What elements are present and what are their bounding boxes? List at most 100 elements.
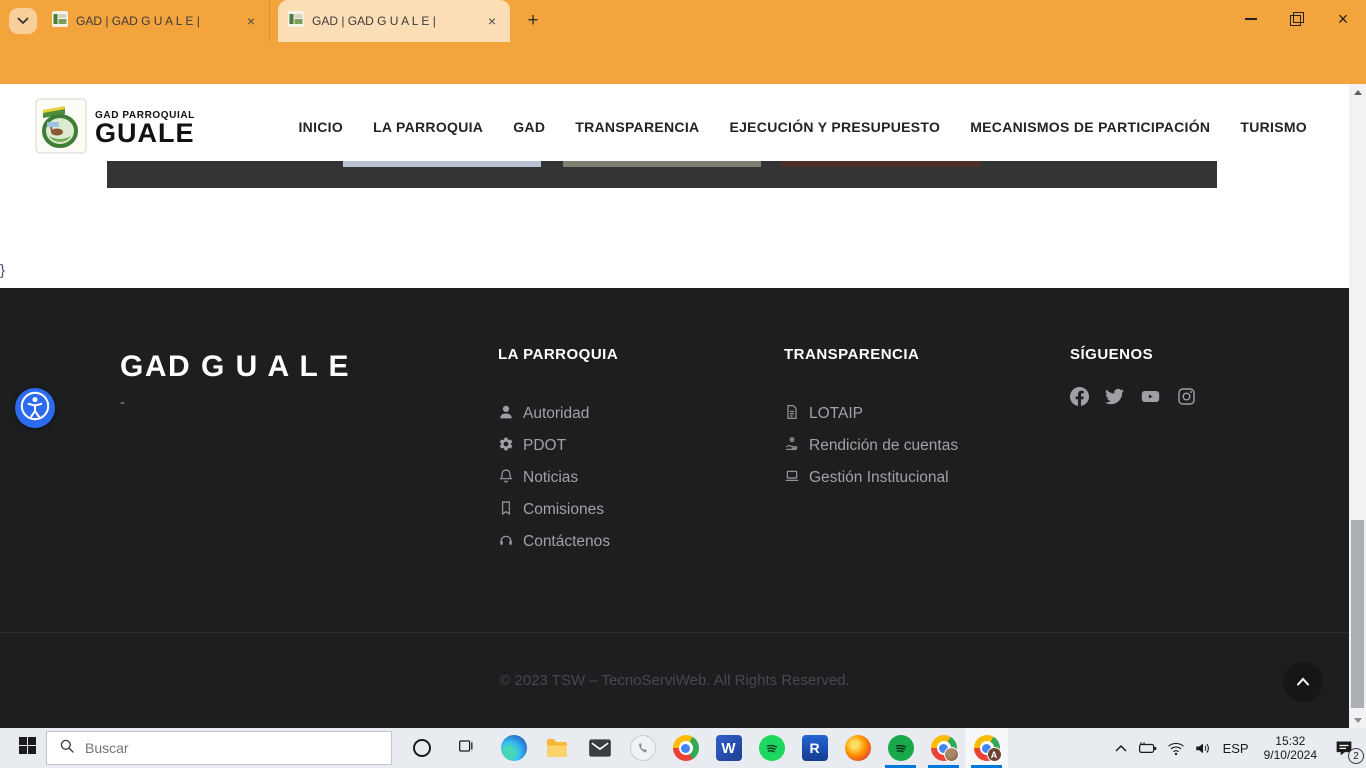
hand-coin-icon	[784, 436, 800, 457]
footer-link-label: LOTAIP	[809, 405, 863, 423]
footer-link-noticias[interactable]: Noticias	[498, 462, 618, 494]
footer-link-label: Noticias	[523, 469, 578, 487]
browser-tab[interactable]: GAD | GAD G U A L E | ×	[42, 0, 270, 42]
search-input[interactable]	[85, 740, 379, 756]
taskbar-spotify-icon[interactable]	[750, 728, 793, 768]
nav-item-ejecucion[interactable]: EJECUCIÓN Y PRESUPUESTO	[729, 119, 940, 135]
footer-link-label: Rendición de cuentas	[809, 437, 958, 455]
browser-tab-active[interactable]: GAD | GAD G U A L E | ×	[278, 0, 510, 42]
action-center-button[interactable]: 2	[1330, 734, 1358, 762]
taskbar-whatsapp-icon[interactable]	[621, 728, 664, 768]
site-logo-name: GUALE	[95, 121, 195, 147]
scroll-to-top-button[interactable]	[1283, 662, 1323, 702]
footer-link-label: Comisiones	[523, 501, 604, 519]
instagram-icon[interactable]	[1177, 387, 1196, 406]
tab-title: GAD | GAD G U A L E |	[312, 14, 476, 28]
site-logo[interactable]: GAD PARROQUIAL GUALE	[35, 98, 195, 159]
site-favicon	[52, 11, 68, 32]
windows-taskbar: W R A ESP 15:32 9/10/2024	[0, 728, 1366, 768]
scrollbar-thumb[interactable]	[1351, 520, 1364, 708]
minimize-button[interactable]	[1228, 0, 1274, 38]
language-indicator[interactable]: ESP	[1221, 741, 1251, 756]
footer-column-transparencia: TRANSPARENCIA LOTAIP Rendición de cuenta…	[784, 346, 958, 494]
clock-date: 9/10/2024	[1264, 748, 1317, 762]
main-nav: INICIO LA PARROQUIA GAD TRANSPARENCIA EJ…	[298, 119, 1307, 135]
nav-item-inicio[interactable]: INICIO	[298, 119, 343, 135]
taskbar-clock[interactable]: 15:32 9/10/2024	[1260, 734, 1321, 762]
footer-brand-subtitle: -	[120, 394, 125, 411]
page-scrollbar	[1349, 84, 1366, 728]
tray-chevron-up-icon[interactable]	[1114, 743, 1128, 753]
bell-icon	[498, 468, 514, 489]
footer-brand: GAD G U A L E	[120, 350, 350, 384]
taskbar-file-explorer-icon[interactable]	[535, 728, 578, 768]
taskbar-chrome-profile-icon[interactable]	[922, 728, 965, 768]
site-logo-emblem	[35, 98, 87, 159]
taskbar-search-box[interactable]	[46, 731, 392, 765]
taskbar-firefox-icon[interactable]	[836, 728, 879, 768]
taskbar-apps: W R A	[492, 728, 1008, 768]
footer-column-siguenos: SÍGUENOS	[1070, 346, 1196, 406]
footer-link-label: PDOT	[523, 437, 566, 455]
nav-item-transparencia[interactable]: TRANSPARENCIA	[575, 119, 699, 135]
tab-search-button[interactable]	[9, 8, 37, 34]
content-dark-strip	[107, 161, 1217, 188]
start-button[interactable]	[10, 728, 44, 768]
task-view-button[interactable]	[446, 728, 486, 768]
close-tab-icon[interactable]: ×	[484, 12, 500, 30]
document-icon	[784, 404, 800, 425]
footer-column-parroquia: LA PARROQUIA Autoridad PDOT Noticias Com…	[498, 346, 618, 558]
taskbar-chrome-active-icon[interactable]: A	[965, 728, 1008, 768]
close-window-button[interactable]: ×	[1320, 0, 1366, 38]
accessibility-widget-button[interactable]	[15, 388, 55, 428]
speaker-icon[interactable]	[1194, 740, 1212, 756]
scrollbar-up-arrow[interactable]	[1349, 84, 1366, 100]
battery-icon[interactable]	[1137, 740, 1158, 756]
footer-column-heading: TRANSPARENCIA	[784, 346, 958, 363]
nav-item-gad[interactable]: GAD	[513, 119, 545, 135]
taskbar-spotify-2-icon[interactable]	[879, 728, 922, 768]
taskbar-word-icon[interactable]: W	[707, 728, 750, 768]
footer-column-heading: SÍGUENOS	[1070, 346, 1196, 363]
bookmark-icon	[498, 500, 514, 521]
card-image-sliver	[563, 161, 761, 167]
browser-toolbar: ← → ↻ ⚠ No es seguro gadguale.gob.ec ☆ A…	[0, 42, 1366, 84]
footer-link-contactenos[interactable]: Contáctenos	[498, 526, 618, 558]
browser-tab-strip: GAD | GAD G U A L E | × GAD | GAD G U A …	[0, 0, 1366, 42]
facebook-icon[interactable]	[1070, 387, 1089, 406]
close-tab-icon[interactable]: ×	[243, 12, 259, 30]
profile-photo-badge	[944, 747, 959, 762]
taskbar-edge-icon[interactable]	[492, 728, 535, 768]
user-icon	[498, 404, 514, 425]
restore-button[interactable]	[1274, 0, 1320, 38]
youtube-icon[interactable]	[1140, 387, 1161, 406]
footer-link-lotaip[interactable]: LOTAIP	[784, 398, 958, 430]
cortana-button[interactable]	[402, 728, 442, 768]
footer-link-gestion[interactable]: Gestión Institucional	[784, 462, 958, 494]
footer-link-autoridad[interactable]: Autoridad	[498, 398, 618, 430]
window-controls: ×	[1228, 0, 1366, 38]
footer-divider	[0, 632, 1349, 633]
wifi-icon[interactable]	[1167, 741, 1185, 756]
taskbar-mail-icon[interactable]	[578, 728, 621, 768]
footer-link-rendicion[interactable]: Rendición de cuentas	[784, 430, 958, 462]
taskbar-revit-icon[interactable]: R	[793, 728, 836, 768]
headset-icon	[498, 532, 514, 553]
twitter-icon[interactable]	[1105, 387, 1124, 406]
cortana-icon	[413, 739, 431, 757]
clock-time: 15:32	[1275, 734, 1305, 748]
nav-item-la-parroquia[interactable]: LA PARROQUIA	[373, 119, 483, 135]
footer-link-comisiones[interactable]: Comisiones	[498, 494, 618, 526]
notification-count-badge: 2	[1348, 748, 1364, 764]
task-view-icon	[457, 737, 475, 760]
new-tab-button[interactable]: +	[520, 8, 546, 34]
nav-item-turismo[interactable]: TURISMO	[1240, 119, 1307, 135]
chevron-up-icon	[1296, 673, 1310, 691]
page-viewport: GAD PARROQUIAL GUALE INICIO LA PARROQUIA…	[0, 84, 1349, 728]
nav-item-mecanismos[interactable]: MECANISMOS DE PARTICIPACIÓN	[970, 119, 1210, 135]
taskbar-chrome-icon[interactable]	[664, 728, 707, 768]
site-footer: GAD G U A L E - LA PARROQUIA Autoridad P…	[0, 288, 1349, 728]
scrollbar-down-arrow[interactable]	[1349, 712, 1366, 728]
footer-link-pdot[interactable]: PDOT	[498, 430, 618, 462]
gears-icon	[498, 436, 514, 457]
